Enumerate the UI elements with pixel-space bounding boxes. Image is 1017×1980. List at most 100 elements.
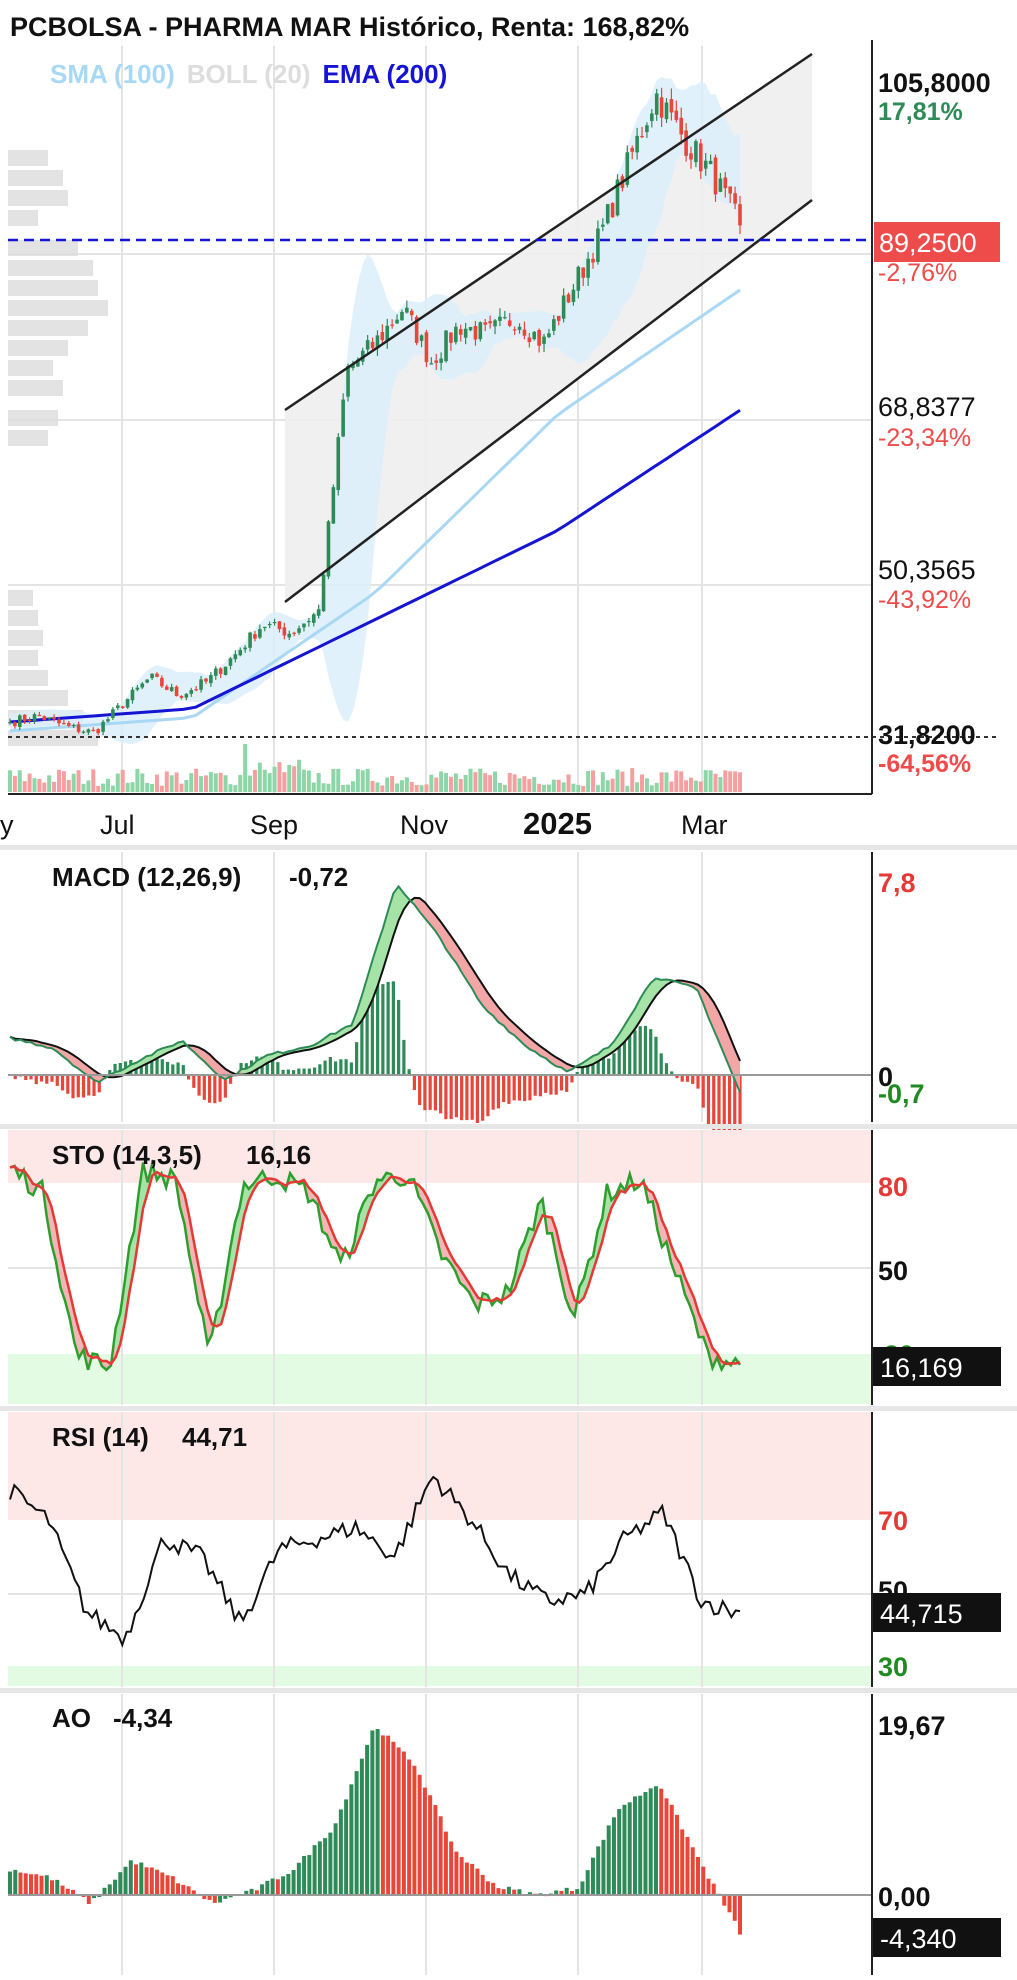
volume-bar-1 (12, 775, 17, 792)
candle-body-85 (424, 332, 429, 363)
price-label-low: 31,8200 (878, 720, 976, 750)
volume-bar-15 (81, 783, 86, 792)
volume-bar-42 (213, 773, 218, 792)
volume-bar-79 (395, 783, 400, 792)
volume-bar-99 (493, 771, 498, 792)
candle-body-135 (669, 99, 674, 113)
candle-body-7 (42, 716, 47, 720)
candle-body-90 (449, 332, 453, 343)
macd-hist-bar-35 (192, 1075, 196, 1088)
candle-body-113 (561, 295, 566, 319)
ao-bar-48 (260, 1884, 265, 1895)
ao-bar-133 (706, 1878, 711, 1895)
pct-label-3: -43,92% (878, 586, 971, 614)
macd-hist-bar-125 (664, 1063, 669, 1075)
candle-body-33 (169, 687, 174, 691)
volume-bar-52 (262, 769, 267, 792)
candle-body-78 (390, 324, 394, 326)
candle-body-128 (635, 135, 639, 153)
macd-hist-bar-130 (691, 1075, 695, 1084)
volume-bar-103 (512, 774, 517, 792)
candle-body-34 (174, 686, 179, 697)
ao-bar-122 (648, 1788, 653, 1895)
ao-bar-112 (596, 1846, 601, 1895)
ao-bar-117 (622, 1804, 627, 1895)
macd-hist-bar-29 (160, 1059, 164, 1075)
volume-bar-75 (375, 782, 380, 792)
volume-bar-105 (522, 776, 527, 792)
candle-body-69 (346, 366, 350, 397)
price-label-3: 50,3565 (878, 555, 976, 585)
x-label-1: Jul (100, 810, 135, 840)
panel-separator (0, 1124, 1017, 1129)
candle-body-48 (243, 647, 247, 650)
candle-body-109 (542, 336, 546, 344)
macd-hist-bar-33 (181, 1065, 185, 1075)
candle-body-9 (52, 717, 56, 720)
candle-body-10 (57, 719, 61, 724)
sto-current-value: 16,169 (880, 1353, 963, 1383)
volume-bar-127 (630, 768, 635, 792)
ao-bar-91 (485, 1881, 490, 1895)
ao-bar-73 (391, 1741, 396, 1895)
volume-bar-4 (27, 773, 32, 792)
volume-bar-148 (733, 771, 738, 792)
volume-bar-6 (37, 778, 42, 792)
macd-hist-bar-91 (486, 1075, 490, 1117)
volume-bar-21 (110, 785, 115, 792)
ao-bar-40 (218, 1895, 223, 1903)
volume-bar-115 (571, 783, 576, 792)
volume-bar-84 (419, 785, 424, 792)
volume-bar-34 (174, 772, 179, 792)
candle-body-130 (645, 125, 649, 133)
candle-body-4 (27, 719, 32, 722)
ao-bar-25 (139, 1862, 144, 1895)
ao-bar-126 (669, 1804, 674, 1895)
volume-bar-113 (561, 782, 566, 792)
x-label-2: Sep (250, 810, 298, 840)
volume-bar-101 (502, 784, 507, 792)
legend-boll: BOLL (20) (187, 59, 311, 89)
chart-svg: PCBOLSA - PHARMA MAR Histórico, Renta: 1… (0, 0, 1017, 1975)
ao-bar-63 (338, 1809, 343, 1895)
candle-body-114 (566, 294, 571, 303)
ao-bar-114 (606, 1825, 611, 1895)
volume-bar-93 (463, 774, 468, 792)
volume-profile-bar-11 (8, 380, 63, 396)
candle-body-47 (238, 649, 243, 656)
macd-hist-bar-89 (475, 1075, 480, 1124)
volume-bar-41 (208, 772, 213, 792)
candle-body-127 (630, 147, 635, 152)
volume-profile-bar-19 (8, 690, 68, 706)
candle-body-3 (22, 714, 27, 721)
candle-body-77 (385, 325, 390, 341)
ao-bar-29 (160, 1872, 165, 1895)
candle-body-129 (640, 135, 644, 138)
volume-bar-36 (184, 780, 189, 792)
sto-value: 16,16 (246, 1140, 311, 1170)
volume-bar-136 (674, 770, 679, 792)
candle-body-22 (115, 705, 120, 708)
stochastic-panel: STO (14,3,5) 16,16 80 50 20 16,169 (8, 1130, 1001, 1405)
macd-hist-bar-82 (439, 1075, 443, 1114)
volume-bar-144 (713, 773, 718, 792)
volume-bar-46 (233, 785, 238, 792)
volume-bar-30 (154, 774, 159, 792)
ao-bar-78 (417, 1774, 422, 1895)
candle-body-132 (654, 93, 659, 115)
macd-hist-bar-32 (176, 1062, 180, 1075)
ao-bar-60 (323, 1838, 328, 1895)
macd-hist-bar-80 (428, 1075, 432, 1110)
ao-bar-33 (181, 1884, 186, 1895)
candle-body-137 (679, 117, 684, 135)
macd-hist-bar-79 (423, 1075, 427, 1111)
volume-bar-83 (414, 785, 419, 792)
candle-body-81 (405, 307, 409, 313)
ao-bar-59 (317, 1841, 322, 1895)
macd-hist-bar-67 (360, 1020, 364, 1075)
volume-bar-94 (468, 768, 473, 792)
ao-bar-75 (401, 1751, 406, 1895)
macd-hist-bar-37 (202, 1075, 206, 1100)
macd-hist-bar-123 (654, 1036, 658, 1075)
macd-hist-bar-105 (559, 1075, 564, 1091)
